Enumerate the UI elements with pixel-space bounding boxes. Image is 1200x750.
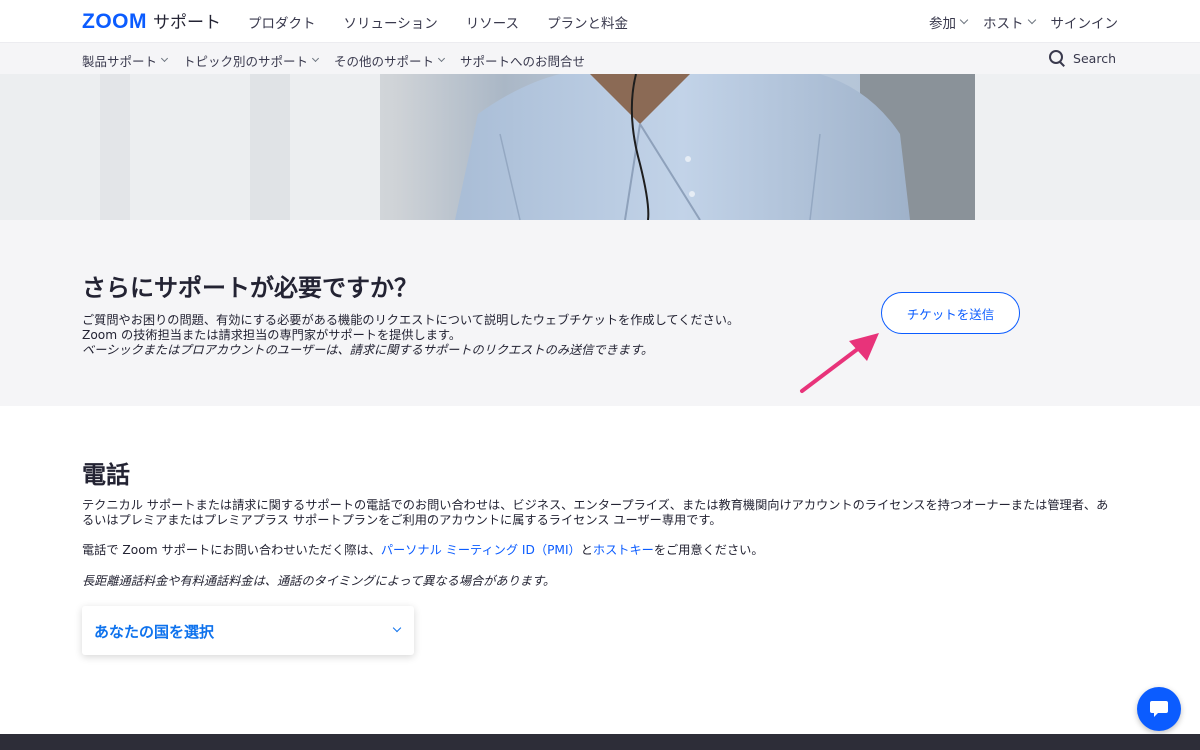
- phone-section-title: 電話: [82, 461, 130, 489]
- prepare-conjunction: と: [580, 543, 593, 557]
- zoom-support-logo[interactable]: ZOOM サポート: [82, 8, 221, 34]
- support-agent-photo: [0, 74, 1200, 220]
- arrow-annotation-icon: [800, 333, 879, 393]
- subnav-label: トピック別のサポート: [183, 54, 309, 69]
- chevron-down-icon: [438, 54, 446, 63]
- subnav-topic-support[interactable]: トピック別のサポート: [183, 51, 320, 70]
- host-key-link[interactable]: ホストキー: [593, 543, 654, 557]
- main-menu: プロダクト ソリューション リソース プランと料金: [248, 12, 628, 32]
- nav-products[interactable]: プロダクト: [248, 12, 316, 32]
- ticket-section: さらにサポートが必要ですか？ ご質問やお困りの問題、有効にする必要がある機能のリ…: [0, 220, 1200, 406]
- phone-prepare-text: 電話で Zoom サポートにお問い合わせいただく際は、パーソナル ミーティング …: [82, 543, 764, 558]
- subnav-label: その他のサポート: [334, 54, 435, 69]
- chat-icon: [1150, 701, 1168, 717]
- support-subnav: 製品サポート トピック別のサポート その他のサポート サポートへのお問合せ Se…: [0, 42, 1200, 74]
- phone-charges-note: 長距離通話料金や有料通話料金は、通話のタイミングによって異なる場合があります。: [82, 574, 556, 588]
- join-menu[interactable]: 参加: [929, 12, 969, 32]
- nav-plans-pricing[interactable]: プランと料金: [547, 12, 628, 32]
- subnav-product-support[interactable]: 製品サポート: [82, 51, 169, 70]
- ticket-description: ご質問やお困りの問題、有効にする必要がある機能のリクエストについて説明したウェブ…: [82, 313, 740, 342]
- subnav-contact-support[interactable]: サポートへのお問合せ: [460, 51, 585, 70]
- nav-resources[interactable]: リソース: [466, 12, 519, 32]
- prepare-prefix: 電話で Zoom サポートにお問い合わせいただく際は、: [82, 543, 381, 557]
- pmi-link[interactable]: パーソナル ミーティング ID（PMI）: [381, 543, 581, 557]
- chat-button[interactable]: [1137, 687, 1181, 731]
- country-select-dropdown[interactable]: あなたの国を選択: [82, 606, 414, 655]
- signin-link[interactable]: サインイン: [1051, 12, 1119, 32]
- nav-solutions[interactable]: ソリューション: [344, 12, 438, 32]
- search-icon: [1049, 50, 1065, 66]
- search-button[interactable]: Search: [1049, 50, 1116, 66]
- logo-section: サポート: [153, 13, 221, 33]
- ticket-section-title: さらにサポートが必要ですか？: [82, 274, 418, 302]
- chevron-down-icon: [392, 623, 402, 633]
- prepare-suffix: をご用意ください。: [653, 543, 764, 557]
- search-label: Search: [1073, 50, 1116, 66]
- chevron-down-icon: [1027, 15, 1036, 25]
- chevron-down-icon: [311, 54, 320, 63]
- subnav-other-support[interactable]: その他のサポート: [334, 51, 446, 70]
- host-menu[interactable]: ホスト: [983, 12, 1036, 32]
- account-menu: 参加 ホスト サインイン: [929, 12, 1118, 32]
- chevron-down-icon: [160, 54, 169, 63]
- join-label: 参加: [929, 16, 956, 32]
- logo-brand: ZOOM: [82, 10, 147, 33]
- support-menu: 製品サポート トピック別のサポート その他のサポート サポートへのお問合せ: [82, 51, 585, 70]
- country-select-label: あなたの国を選択: [94, 623, 215, 641]
- hero-banner-image: [0, 74, 1200, 220]
- chevron-down-icon: [959, 15, 969, 25]
- ticket-plan-note: ベーシックまたはプロアカウントのユーザーは、請求に関するサポートのリクエストのみ…: [82, 343, 654, 357]
- host-label: ホスト: [983, 16, 1024, 32]
- phone-eligibility-text: テクニカル サポートまたは請求に関するサポートの電話でのお問い合わせは、ビジネス…: [82, 498, 1109, 527]
- footer-band: [0, 734, 1200, 750]
- submit-ticket-button[interactable]: チケットを送信: [881, 292, 1020, 334]
- top-navigation: ZOOM サポート プロダクト ソリューション リソース プランと料金 参加 ホ…: [0, 0, 1200, 42]
- subnav-label: 製品サポート: [82, 54, 158, 69]
